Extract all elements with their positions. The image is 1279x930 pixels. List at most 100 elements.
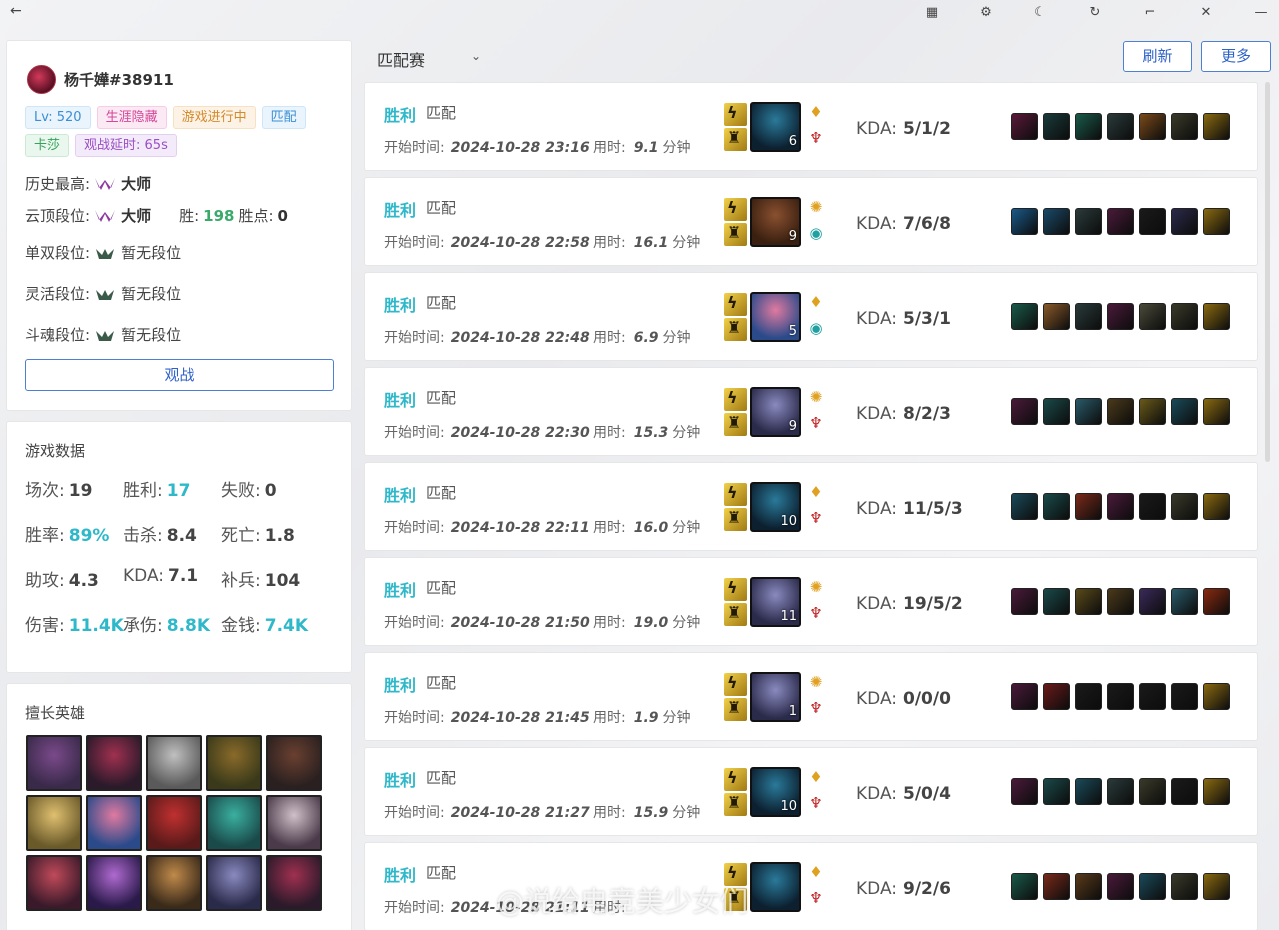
- item-icon: [1075, 493, 1102, 520]
- stat-item: 助攻: 4.3: [25, 566, 99, 591]
- kda-label: KDA:: [856, 119, 897, 139]
- secondary-rune-icon: ♆: [809, 509, 823, 527]
- match-card[interactable]: 胜利 匹配 开始时间: 2024-10-28 23:16 用时: 9.1 分钟 ϟ ♜ 6 ♦ ♆ KD…: [364, 82, 1258, 171]
- match-champion-block: ϟ ♜ 10 ♦ ♆: [724, 766, 830, 818]
- spectate-button[interactable]: 观战: [25, 359, 334, 391]
- champion-portrait[interactable]: [266, 735, 322, 791]
- champion-portrait[interactable]: [86, 855, 142, 911]
- item-icon: [1075, 873, 1102, 900]
- match-champion-portrait[interactable]: 1: [750, 672, 801, 722]
- keystone-rune-icon: ♦: [809, 863, 823, 881]
- champion-portrait[interactable]: [206, 795, 262, 851]
- champion-portrait[interactable]: [86, 735, 142, 791]
- summoner-name: 杨千嬅#38911: [64, 71, 174, 89]
- champion-portrait[interactable]: [26, 735, 82, 791]
- duration-unit: 分钟: [662, 710, 691, 726]
- match-card[interactable]: 胜利 匹配 开始时间: 2024-10-28 21:27 用时: 15.9 分钟 ϟ ♜ 10 ♦ ♆…: [364, 747, 1258, 836]
- duration-label: 用时:: [593, 805, 626, 821]
- summoner-spell-flash-icon: ϟ: [724, 578, 747, 601]
- start-time-value: 2024-10-28 22:58: [450, 235, 590, 251]
- match-champion-portrait[interactable]: 11: [750, 577, 801, 627]
- back-arrow-icon[interactable]: ←: [10, 3, 22, 19]
- match-champion-portrait[interactable]: 9: [750, 197, 801, 247]
- match-items: [1011, 683, 1230, 710]
- match-kda: KDA: 19/5/2: [856, 594, 963, 614]
- match-items: [1011, 588, 1230, 615]
- duration-label: 用时:: [593, 235, 626, 251]
- refresh-icon[interactable]: ↻: [1084, 3, 1106, 23]
- scrollbar[interactable]: [1265, 82, 1270, 462]
- champion-portrait[interactable]: [206, 855, 262, 911]
- kda-label: KDA:: [856, 879, 897, 899]
- item-icon: [1075, 398, 1102, 425]
- item-icon: [1203, 873, 1230, 900]
- match-card[interactable]: 胜利 匹配 开始时间: 2024-10-28 22:58 用时: 16.1 分钟 ϟ ♜ 9 ✺ ◉ K…: [364, 177, 1258, 266]
- watermark: @说给电竞美少女们: [496, 885, 749, 918]
- champion-portrait[interactable]: [266, 795, 322, 851]
- item-icon: [1139, 303, 1166, 330]
- grid-icon[interactable]: ▦: [921, 3, 943, 23]
- stat-label: 承伤:: [123, 616, 163, 636]
- close-icon[interactable]: ✕: [1195, 3, 1217, 23]
- champion-portrait[interactable]: [146, 795, 202, 851]
- minimize-icon[interactable]: ⌐: [1139, 3, 1161, 23]
- window-min-icon[interactable]: —: [1250, 3, 1272, 23]
- tft-win-value: 198: [203, 206, 235, 225]
- match-items: [1011, 303, 1230, 330]
- start-time-label: 开始时间:: [384, 900, 445, 916]
- stat-item: KDA: 7.1: [123, 566, 198, 586]
- duration-value: 15.3: [633, 425, 669, 441]
- item-icon: [1171, 208, 1198, 235]
- match-duration: 用时: 9.1 分钟: [593, 137, 691, 157]
- item-icon: [1203, 683, 1230, 710]
- item-icon: [1043, 588, 1070, 615]
- match-champion-block: ϟ ♜ 11 ✺ ♆: [724, 576, 830, 628]
- match-mode: 匹配: [426, 484, 457, 502]
- match-champion-portrait[interactable]: 5: [750, 292, 801, 342]
- summoner-spell-flash-icon: ϟ: [724, 673, 747, 696]
- start-time-value: 2024-10-28 22:11: [450, 520, 590, 536]
- item-icon: [1203, 113, 1230, 140]
- flex-rank: 灵活段位: 暂无段位: [25, 283, 181, 304]
- match-start-time: 开始时间: 2024-10-28 21:50: [384, 612, 590, 632]
- match-card[interactable]: 胜利 匹配 开始时间: 2024-10-28 22:48 用时: 6.9 分钟 ϟ ♜ 5 ♦ ◉ KD…: [364, 272, 1258, 361]
- champion-portrait[interactable]: [86, 795, 142, 851]
- match-champion-portrait[interactable]: 10: [750, 767, 801, 817]
- match-card[interactable]: 胜利 匹配 开始时间: 2024-10-28 21:45 用时: 1.9 分钟 ϟ ♜ 1 ✺ ♆ KD…: [364, 652, 1258, 741]
- match-kda: KDA: 7/6/8: [856, 214, 951, 234]
- stat-item: 失败: 0: [221, 476, 277, 501]
- match-champion-portrait[interactable]: 9: [750, 387, 801, 437]
- start-time-label: 开始时间:: [384, 615, 445, 631]
- duration-unit: 分钟: [672, 805, 701, 821]
- match-mode: 匹配: [426, 674, 457, 692]
- match-card[interactable]: 胜利 匹配 开始时间: 2024-10-28 21:50 用时: 19.0 分钟 ϟ ♜ 11 ✺ ♆…: [364, 557, 1258, 646]
- profile-tag: 生涯隐藏: [96, 106, 167, 129]
- refresh-button[interactable]: 刷新: [1123, 41, 1192, 72]
- match-champion-portrait[interactable]: [750, 862, 801, 912]
- champion-portrait[interactable]: [146, 855, 202, 911]
- champion-portrait[interactable]: [146, 735, 202, 791]
- item-icon: [1203, 398, 1230, 425]
- keystone-rune-icon: ♦: [809, 103, 823, 121]
- mode-select[interactable]: 匹配赛 ⌄: [377, 47, 481, 71]
- more-button[interactable]: 更多: [1201, 41, 1271, 72]
- start-time-value: 2024-10-28 21:50: [450, 615, 590, 631]
- theme-moon-icon[interactable]: ☾: [1029, 3, 1051, 23]
- match-champion-block: ϟ ♜ 1 ✺ ♆: [724, 671, 830, 723]
- duration-value: 16.1: [633, 235, 669, 251]
- match-champion-block: ϟ ♜ 6 ♦ ♆: [724, 101, 830, 153]
- match-items: [1011, 778, 1230, 805]
- match-card[interactable]: 胜利 匹配 开始时间: 2024-10-28 22:30 用时: 15.3 分钟 ϟ ♜ 9 ✺ ♆ K…: [364, 367, 1258, 456]
- champion-portrait[interactable]: [26, 855, 82, 911]
- champion-portrait[interactable]: [266, 855, 322, 911]
- match-champion-portrait[interactable]: 10: [750, 482, 801, 532]
- item-icon: [1011, 493, 1038, 520]
- history-rank-value: 大师: [121, 175, 152, 193]
- match-champion-portrait[interactable]: 6: [750, 102, 801, 152]
- match-card[interactable]: 胜利 匹配 开始时间: 2024-10-28 22:11 用时: 16.0 分钟 ϟ ♜ 10 ♦ ♆…: [364, 462, 1258, 551]
- tft-rank: 云顶段位: 大师 胜: 198 胜点: 0: [25, 205, 288, 226]
- champion-portrait[interactable]: [206, 735, 262, 791]
- settings-icon[interactable]: ⚙: [975, 3, 997, 23]
- champion-portrait[interactable]: [26, 795, 82, 851]
- history-rank-label: 历史最高:: [25, 175, 91, 193]
